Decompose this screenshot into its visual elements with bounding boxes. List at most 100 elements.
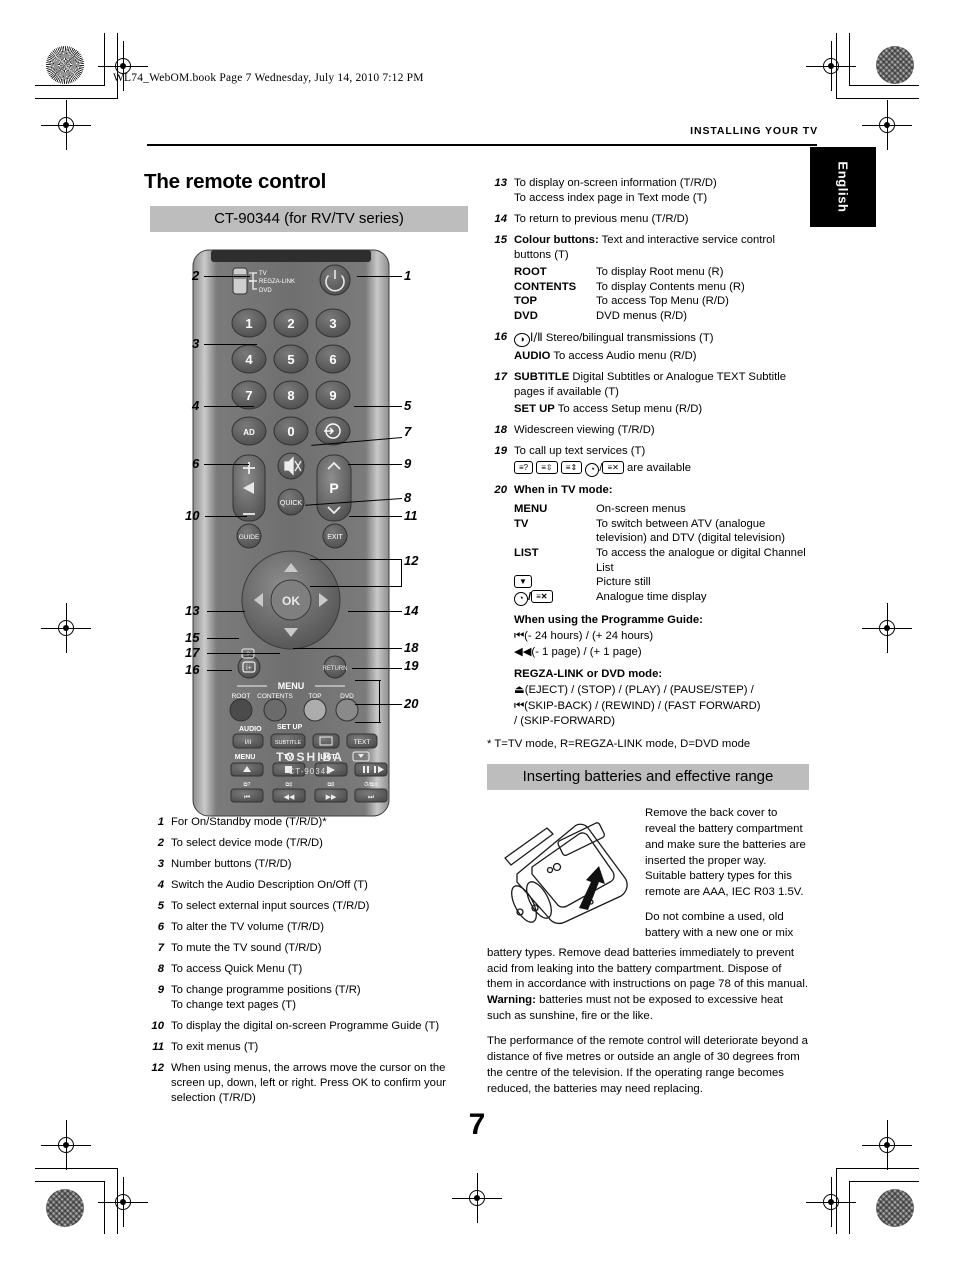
regza-heading: REGZA-LINK or DVD mode: [514,667,663,680]
callout-2: 2 [192,268,200,283]
item-text: To return to previous menu (T/R/D) [514,213,689,226]
item-number: 3 [157,858,164,871]
table-row: ▼ Picture still [514,575,809,590]
svg-text:◀◀: ◀◀ [284,793,295,801]
crop-line [35,1181,105,1182]
table-row: ◔ / ≡✕ Analogue time display [514,589,809,606]
item-number: 13 [494,177,507,189]
regza-link-block: REGZA-LINK or DVD mode: ⏏(EJECT) / (STOP… [514,667,809,729]
language-tab-label: English [835,161,851,213]
callout-15: 15 [185,630,200,645]
halftone-target-top-right [876,46,914,84]
callout-line-20b [355,722,381,724]
programme-guide-line-1: ⏮(- 24 hours) / (+ 24 hours) [514,628,809,644]
battery-para-4: The performance of the remote control wi… [487,1034,809,1095]
halftone-target-top-left [46,46,84,84]
callout-line-12v [401,559,403,587]
item-text: To call up text services (T) [514,444,646,457]
registration-mark-bl2 [98,1177,148,1227]
svg-text:P: P [329,480,338,496]
svg-text:3: 3 [329,316,336,331]
svg-text:8: 8 [287,388,294,403]
audio-label: AUDIO [514,349,551,362]
running-head: INSTALLING YOUR TV [690,125,818,137]
callout-line-9 [348,464,402,466]
svg-text:MENU: MENU [278,681,305,691]
item-text: To mute the TV sound (T/R/D) [171,942,322,955]
item-text: Widescreen viewing (T/R/D) [514,423,655,436]
item-text: To alter the TV volume (T/R/D) [171,921,324,934]
programme-guide-line-2: ◀◀(- 1 page) / (+ 1 page) [514,644,809,660]
programme-guide-block: When using the Programme Guide: ⏮(- 24 h… [514,613,809,660]
key-root: ROOT [514,266,547,279]
key-dvd: DVD [514,310,538,323]
item-number: 11 [152,1041,164,1054]
battery-text-continued: battery types. Remove dead batteries imm… [487,946,809,1098]
callout-17: 17 [185,645,200,660]
item-number: 20 [494,483,507,496]
crop-line [117,1168,118,1234]
battery-para-3-text: battery types. Remove dead batteries imm… [487,946,809,991]
crop-line [849,33,850,86]
crop-line [836,33,837,99]
item-number: 7 [157,942,164,955]
table-row: LIST To access the analogue or digital Ch… [514,546,809,575]
svg-text:⏭: ⏭ [368,793,375,801]
language-tab: English [810,147,876,227]
text-subpage-icon: ≡⇳ [536,460,558,474]
item-number: 19 [494,444,507,457]
eject-icon: ⏏ [514,682,525,696]
right-column: 13 To display on-screen information (T/R… [487,176,809,1106]
picture-still-icon: ▼ [514,575,596,590]
svg-text:OK: OK [282,594,300,608]
svg-text:⧉⇳: ⧉⇳ [285,781,292,788]
callout-5: 5 [404,398,412,413]
battery-insert-figure [487,812,637,930]
list-item: 7 To mute the TV sound (T/R/D) [144,941,479,956]
desc-tv: To switch between ATV (analogue televisi… [596,517,785,545]
battery-para-3: battery types. Remove dead batteries imm… [487,946,809,1025]
list-item: 18 Widescreen viewing (T/R/D) [487,423,809,438]
remote-brand-block: TOSHIBA CT-90344 [175,750,445,776]
item-text: To exit menus (T) [171,1041,259,1054]
crop-line [104,33,105,86]
tv-mode-heading: When in TV mode: [514,483,613,496]
guide-line-text: (- 1 page) / (+ 1 page) [531,645,642,658]
clock-icon: ◔ [585,462,600,477]
callout-12: 12 [404,553,419,568]
callout-line-5 [354,406,402,408]
subtitle-label: SUBTITLE [514,370,570,383]
item-text: Switch the Audio Description On/Off (T) [171,879,368,892]
regza-line-3: / (SKIP-FORWARD) [514,714,809,729]
text-cancel-icon: ≡✕ [602,460,624,474]
item-text: Number buttons (T/R/D) [171,858,292,871]
svg-text:SET UP: SET UP [277,724,303,731]
svg-text:SUBTITLE: SUBTITLE [275,740,302,746]
item-text: To select external input sources (T/R/D) [171,900,370,913]
svg-text:GUIDE: GUIDE [239,534,260,541]
callout-13: 13 [185,603,200,618]
callout-18: 18 [404,640,419,655]
list-item: 10 To display the digital on-screen Progr… [144,1019,479,1034]
item-text: To change text pages (T) [171,999,296,1012]
registration-mark-tr [806,41,856,91]
desc-list: To access the analogue or digital Channe… [596,546,806,574]
svg-text:⏱/⧉✕: ⏱/⧉✕ [364,781,378,788]
svg-text:AD: AD [243,428,255,437]
halftone-target-bottom-left [46,1189,84,1227]
desc-top: To access Top Menu (R/D) [596,295,729,308]
key-list: LIST [514,546,539,559]
tv-mode-table: MENU On-screen menus TV To switch between … [514,502,809,606]
callout-10: 10 [185,508,200,523]
svg-text:REGZA-LINK: REGZA-LINK [259,279,295,285]
callout-line-19 [352,668,402,670]
item-text: To access Quick Menu (T) [171,963,303,976]
item-number: 1 [157,816,164,828]
svg-text:⏮: ⏮ [244,793,250,801]
registration-mark-ml [41,603,91,653]
svg-text:2: 2 [287,316,294,331]
crop-line [837,1168,919,1169]
list-item: 20 When in TV mode: MENU On-screen menus … [487,483,809,729]
callout-line-12 [310,559,402,561]
battery-section: Remove the back cover to reveal the batt… [487,806,809,1097]
